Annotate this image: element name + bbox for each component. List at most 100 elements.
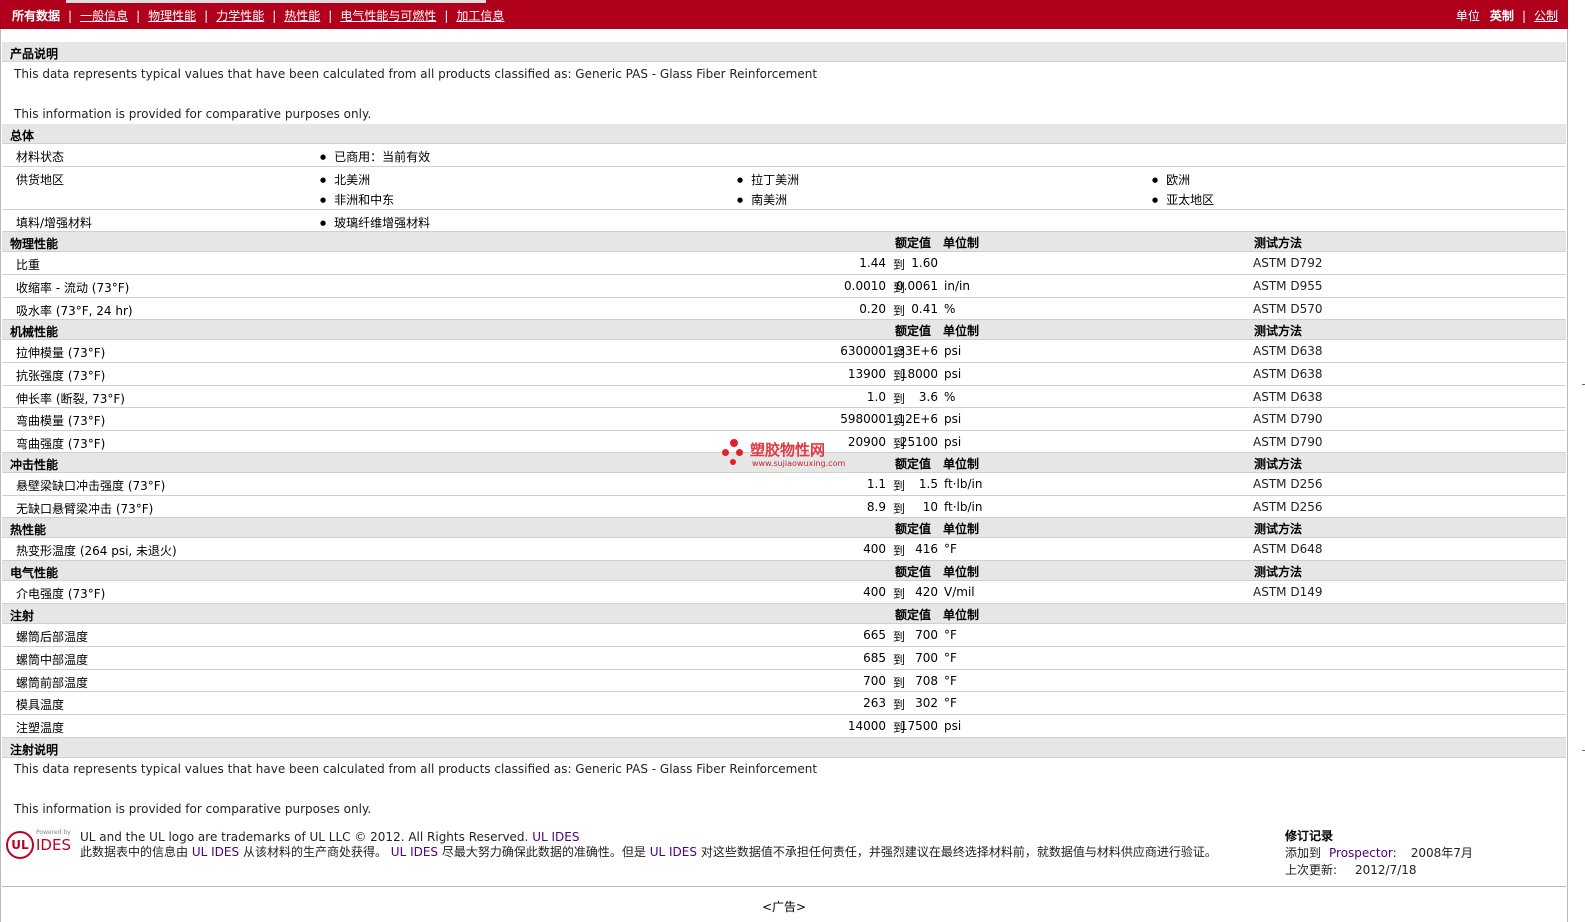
- revision-history: 修订记录 添加到 Prospector: 2008年7月 上次更新: 2012/7/1…: [1285, 828, 1473, 879]
- section-header-injection-notes: 注射说明: [2, 738, 1566, 758]
- range-to: 到: [893, 653, 906, 667]
- property-name: 吸水率 (73°F, 24 hr): [16, 304, 133, 318]
- region-item: 南美洲: [737, 191, 787, 208]
- value-min: 8.9: [866, 500, 886, 514]
- property-row: 悬壁梁缺口冲击强度 (73°F) 1.1 到 1.5 ft·lb/in ASTM…: [2, 473, 1566, 496]
- property-row: 注塑温度 14000 到 17500 psi: [2, 715, 1566, 738]
- value-min: 630000: [840, 344, 886, 358]
- powered-by-label: Powered by: [36, 829, 71, 836]
- property-row: 吸水率 (73°F, 24 hr) 0.20 到 0.41 % ASTM D57…: [2, 298, 1566, 320]
- tab-general-info[interactable]: 一般信息: [80, 7, 128, 24]
- test-method: ASTM D955: [1253, 279, 1323, 293]
- section-title: 产品说明: [10, 47, 59, 61]
- value-min: 0.0010: [844, 279, 886, 293]
- nominal-header: 额定值: [895, 608, 932, 622]
- disclaimer-part: 尽最大努力确保此数据的准确性。但是: [441, 845, 646, 859]
- region-item: 欧洲: [1152, 171, 1190, 188]
- range-to: 到: [893, 502, 906, 516]
- tab-separator: |: [204, 8, 209, 23]
- revision-added: 添加到 Prospector: 2008年7月: [1285, 845, 1473, 862]
- trademark-text: UL and the UL logo are trademarks of UL …: [80, 830, 529, 844]
- property-name: 模具温度: [16, 698, 65, 712]
- section-title: 热性能: [10, 523, 47, 537]
- range-to: 到: [893, 479, 906, 493]
- section-header-electrical: 电气性能 额定值 单位制 测试方法: [2, 561, 1566, 581]
- tab-mechanical[interactable]: 力学性能: [216, 7, 264, 24]
- unit-switch: 单位 英制 | 公制: [1456, 7, 1558, 24]
- property-name: 伸长率 (断裂, 73°F): [16, 392, 125, 406]
- unit: °F: [944, 628, 957, 642]
- unit: in/in: [944, 279, 970, 293]
- section-header-physical: 物理性能 额定值 单位制 测试方法: [2, 232, 1566, 252]
- range-to: 到: [893, 630, 906, 644]
- watermark-dot: [730, 459, 736, 465]
- updated-date: 2012/7/18: [1355, 863, 1417, 877]
- section-header-general: 总体: [2, 124, 1566, 144]
- section-title: 总体: [10, 129, 35, 143]
- range-to: 到: [893, 258, 906, 272]
- tab-separator: |: [136, 8, 141, 23]
- range-to: 到: [893, 304, 906, 318]
- tab-separator: |: [328, 8, 333, 23]
- test-method: ASTM D256: [1253, 500, 1323, 514]
- value-min: 1.0: [866, 390, 886, 404]
- property-row: 介电强度 (73°F) 400 到 420 V/mil ASTM D149: [2, 581, 1566, 604]
- method-header: 测试方法: [1254, 457, 1303, 471]
- tab-physical[interactable]: 物理性能: [148, 7, 196, 24]
- property-name: 螺筒前部温度: [16, 676, 89, 690]
- unit-header: 单位制: [943, 324, 980, 338]
- region-item: 拉丁美洲: [737, 171, 799, 188]
- unit-header: 单位制: [943, 457, 980, 471]
- section-title: 冲击性能: [10, 458, 59, 472]
- revision-title: 修订记录: [1285, 829, 1334, 843]
- property-name: 抗张强度 (73°F): [16, 369, 106, 383]
- value-max: 0.41: [911, 302, 938, 316]
- notes-line-1: This data represents typical values that…: [14, 762, 818, 776]
- test-method: ASTM D570: [1253, 302, 1323, 316]
- unit-metric[interactable]: 公制: [1534, 7, 1558, 24]
- property-row: 收缩率 - 流动 (73°F) 0.0010 到 0.0061 in/in AS…: [2, 275, 1566, 298]
- disclaimer-part: 此数据表中的信息由: [80, 845, 189, 859]
- added-label: 添加到: [1285, 846, 1322, 860]
- tab-electrical-flammability[interactable]: 电气性能与可燃性: [340, 7, 436, 24]
- value-max: 25100: [899, 435, 938, 449]
- unit: psi: [944, 344, 962, 358]
- unit-imperial[interactable]: 英制: [1490, 7, 1514, 24]
- section-header-mechanical: 机械性能 额定值 单位制 测试方法: [2, 320, 1566, 340]
- tab-all-data[interactable]: 所有数据: [12, 7, 60, 24]
- method-header: 测试方法: [1254, 522, 1303, 536]
- method-header: 测试方法: [1254, 324, 1303, 338]
- property-label: 材料状态: [16, 150, 65, 164]
- ul-ides-name: UL IDES: [649, 845, 697, 859]
- property-name: 热变形温度 (264 psi, 未退火): [16, 544, 177, 558]
- unit: °F: [944, 674, 957, 688]
- tab-strip: [66, 0, 486, 3]
- tab-thermal[interactable]: 热性能: [284, 7, 320, 24]
- section-header-thermal: 热性能 额定值 单位制 测试方法: [2, 518, 1566, 538]
- unit: psi: [944, 435, 962, 449]
- property-row: 拉伸模量 (73°F) 630000 到 1.33E+6 psi ASTM D6…: [2, 340, 1566, 363]
- property-name: 拉伸模量 (73°F): [16, 346, 106, 360]
- unit: V/mil: [944, 585, 975, 599]
- property-name: 介电强度 (73°F): [16, 587, 106, 601]
- updated-label: 上次更新:: [1285, 863, 1338, 877]
- method-header: 测试方法: [1254, 236, 1303, 250]
- property-row: 模具温度 263 到 302 °F: [2, 692, 1566, 715]
- property-row: 热变形温度 (264 psi, 未退火) 400 到 416 °F ASTM D…: [2, 538, 1566, 561]
- section-title: 机械性能: [10, 325, 59, 339]
- revision-updated: 上次更新: 2012/7/18: [1285, 862, 1473, 879]
- ul-ides-link[interactable]: UL IDES: [532, 830, 579, 844]
- unit-header: 单位制: [943, 565, 980, 579]
- filler-value: 玻璃纤维增强材料: [320, 214, 430, 231]
- section-header-description: 产品说明: [2, 42, 1566, 62]
- unit: °F: [944, 651, 957, 665]
- value-max: 1.33E+6: [886, 344, 938, 358]
- description-line-1: This data represents typical values that…: [14, 67, 818, 81]
- test-method: ASTM D638: [1253, 344, 1323, 358]
- nominal-header: 额定值: [895, 236, 932, 250]
- unit: °F: [944, 696, 957, 710]
- value-max: 708: [915, 674, 938, 688]
- unit-header: 单位制: [943, 236, 980, 250]
- tab-processing[interactable]: 加工信息: [456, 7, 504, 24]
- section-title: 物理性能: [10, 237, 59, 251]
